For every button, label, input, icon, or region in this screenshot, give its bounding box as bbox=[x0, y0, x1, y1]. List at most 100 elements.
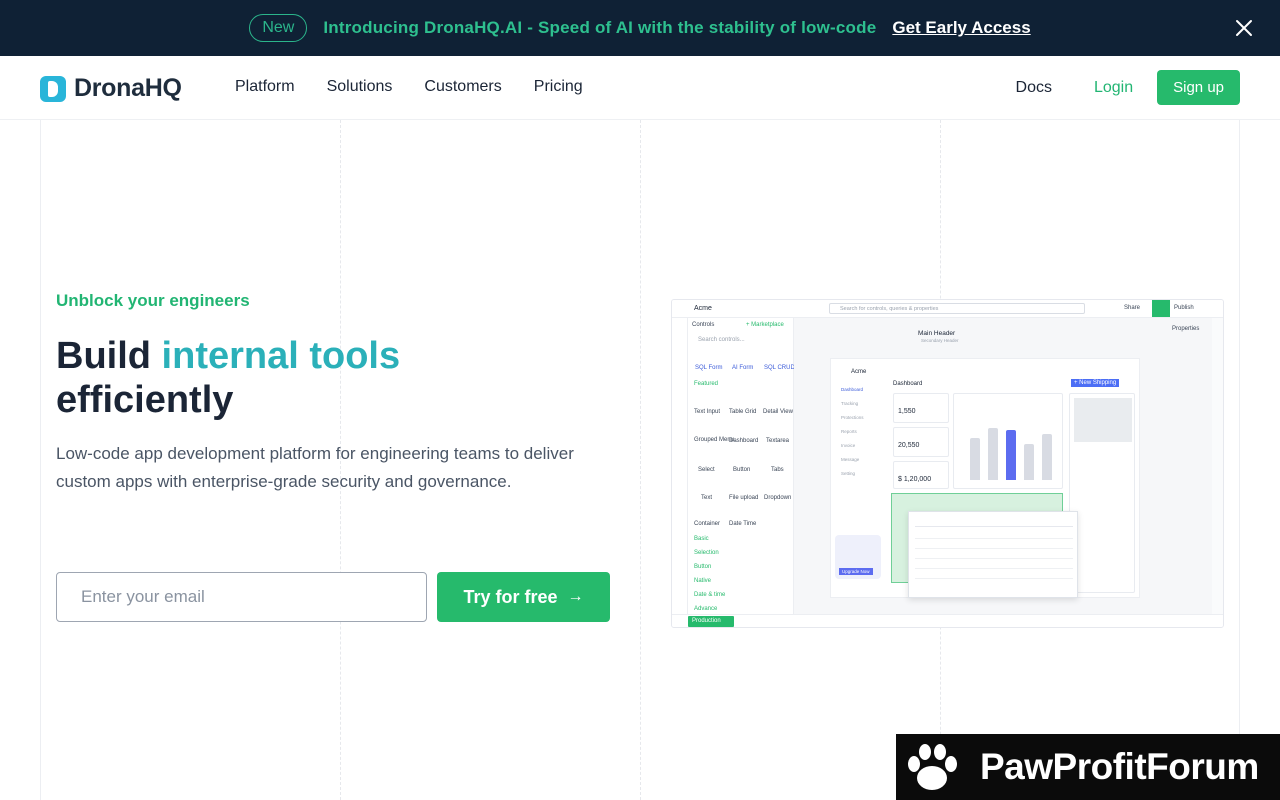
category-item[interactable]: Button bbox=[694, 564, 711, 570]
hero-subcopy: Low-code app development platform for en… bbox=[56, 444, 574, 491]
upgrade-button[interactable]: Upgrade Now bbox=[839, 568, 873, 575]
control-item[interactable]: Button bbox=[733, 467, 750, 473]
nav-link-customers[interactable]: Customers bbox=[424, 78, 501, 96]
publish-button[interactable]: Publish bbox=[1174, 305, 1194, 311]
docs-link[interactable]: Docs bbox=[1016, 79, 1052, 97]
table-divider bbox=[915, 568, 1073, 569]
properties-button[interactable]: Properties bbox=[1172, 326, 1199, 332]
category-item[interactable]: Date & time bbox=[694, 592, 725, 598]
app-nav-item[interactable]: Reports bbox=[841, 429, 857, 434]
app-nav-item[interactable]: Invoice bbox=[841, 443, 855, 448]
chart-bar bbox=[988, 428, 998, 480]
product-screenshot: Acme Search for controls, queries & prop… bbox=[671, 299, 1224, 628]
table-component bbox=[908, 511, 1078, 598]
kpi-card: 1,550 bbox=[893, 393, 949, 423]
controls-panel: Controls + Marketplace Search controls..… bbox=[688, 318, 795, 618]
control-sql-form[interactable]: SQL Form bbox=[695, 365, 722, 371]
arrow-right-icon: → bbox=[567, 588, 584, 605]
builder-search[interactable]: Search for controls, queries & propertie… bbox=[829, 303, 1085, 314]
email-input[interactable] bbox=[56, 572, 427, 622]
share-button[interactable]: Share bbox=[1124, 305, 1140, 311]
preview-button[interactable] bbox=[1152, 300, 1170, 317]
app-name: Acme bbox=[694, 305, 712, 312]
control-item[interactable]: Dropdown bbox=[764, 495, 791, 501]
nav-links: Platform Solutions Customers Pricing bbox=[235, 78, 583, 96]
control-item[interactable]: Textarea bbox=[766, 438, 789, 444]
logo[interactable]: DronaHQ bbox=[40, 74, 182, 103]
grid-guide bbox=[640, 120, 641, 800]
chart-bar bbox=[1006, 430, 1016, 480]
hero-headline: Build internal tools efficiently bbox=[56, 334, 596, 422]
control-sql-crud[interactable]: SQL CRUD bbox=[764, 365, 795, 371]
new-shipping-button[interactable]: + New Shipping bbox=[1071, 379, 1120, 387]
headline-start: Build bbox=[56, 335, 162, 377]
control-item[interactable]: Select bbox=[698, 467, 715, 473]
app-nav-item[interactable]: Dashboard bbox=[841, 387, 863, 392]
table-divider bbox=[915, 558, 1073, 559]
nav-actions: Docs Login Sign up bbox=[1016, 70, 1240, 105]
chart-bar bbox=[1024, 444, 1034, 480]
control-item[interactable]: Text bbox=[701, 495, 712, 501]
control-item[interactable]: Tabs bbox=[771, 467, 784, 473]
control-item[interactable]: Container bbox=[694, 521, 720, 527]
watermark-text: PawProfitForum bbox=[980, 746, 1259, 787]
app-nav-item[interactable]: Protections bbox=[841, 415, 864, 420]
kpi-card: 20,550 bbox=[893, 427, 949, 457]
paw-icon bbox=[908, 744, 957, 790]
nav-link-solutions[interactable]: Solutions bbox=[327, 78, 393, 96]
control-item[interactable]: File upload bbox=[729, 495, 758, 501]
announcement-bar: New Introducing DronaHQ.AI - Speed of AI… bbox=[0, 0, 1280, 56]
upgrade-card: Upgrade Now bbox=[835, 535, 881, 579]
early-access-link[interactable]: Get Early Access bbox=[892, 18, 1030, 38]
app-nav-item[interactable]: Message bbox=[841, 457, 859, 462]
control-item[interactable]: Text Input bbox=[694, 409, 720, 415]
chart-card bbox=[953, 393, 1063, 489]
app-nav-item[interactable]: Setting bbox=[841, 471, 855, 476]
table-divider bbox=[915, 548, 1073, 549]
nav-link-platform[interactable]: Platform bbox=[235, 78, 295, 96]
map-thumbnail bbox=[1074, 398, 1132, 442]
close-icon[interactable] bbox=[1234, 18, 1254, 38]
login-link[interactable]: Login bbox=[1094, 79, 1133, 97]
kpi-value: 20,550 bbox=[898, 442, 920, 449]
main-header: Main Header bbox=[918, 330, 956, 337]
environment-select[interactable]: Production bbox=[688, 616, 734, 627]
control-item[interactable]: Detail View bbox=[763, 409, 793, 415]
chart-bar bbox=[1042, 434, 1052, 480]
marketplace-link[interactable]: + Marketplace bbox=[746, 322, 784, 328]
kpi-value: $ 1,20,000 bbox=[898, 476, 932, 483]
signup-button[interactable]: Sign up bbox=[1157, 70, 1240, 105]
tracking-card bbox=[1069, 393, 1135, 593]
kpi-value: 1,550 bbox=[898, 408, 916, 415]
table-divider bbox=[915, 578, 1073, 579]
controls-search[interactable]: Search controls... bbox=[698, 337, 745, 343]
try-button-label: Try for free bbox=[463, 586, 558, 607]
app-nav-item[interactable]: Tracking bbox=[841, 401, 858, 406]
table-divider bbox=[915, 526, 1073, 527]
featured-label: Featured bbox=[694, 381, 719, 387]
builder-rail bbox=[672, 318, 688, 618]
control-item[interactable]: Date Time bbox=[729, 521, 756, 527]
hero-eyebrow: Unblock your engineers bbox=[56, 291, 250, 310]
category-item[interactable]: Selection bbox=[694, 550, 719, 556]
control-item[interactable]: Table Grid bbox=[729, 409, 756, 415]
new-badge: New bbox=[249, 14, 308, 42]
control-ai-form[interactable]: AI Form bbox=[732, 365, 753, 371]
watermark: PawProfitForum bbox=[896, 734, 1280, 800]
try-for-free-button[interactable]: Try for free → bbox=[437, 572, 610, 622]
logo-icon bbox=[40, 75, 66, 102]
grid-guide bbox=[40, 120, 41, 800]
nav-link-pricing[interactable]: Pricing bbox=[534, 78, 583, 96]
category-item[interactable]: Native bbox=[694, 578, 711, 584]
category-item[interactable]: Basic bbox=[694, 536, 709, 542]
dashboard-title: Dashboard bbox=[893, 381, 923, 387]
category-item[interactable]: Advance bbox=[694, 606, 717, 612]
chart-bar bbox=[970, 438, 980, 480]
announcement-message: Introducing DronaHQ.AI - Speed of AI wit… bbox=[323, 18, 877, 37]
brand-name: DronaHQ bbox=[74, 74, 182, 102]
bar-chart bbox=[966, 414, 1056, 480]
control-item[interactable]: Dashboard bbox=[729, 438, 758, 444]
main-subheader: Secondary Header bbox=[921, 338, 959, 343]
table-divider bbox=[915, 538, 1073, 539]
grid-guide bbox=[1239, 120, 1240, 800]
